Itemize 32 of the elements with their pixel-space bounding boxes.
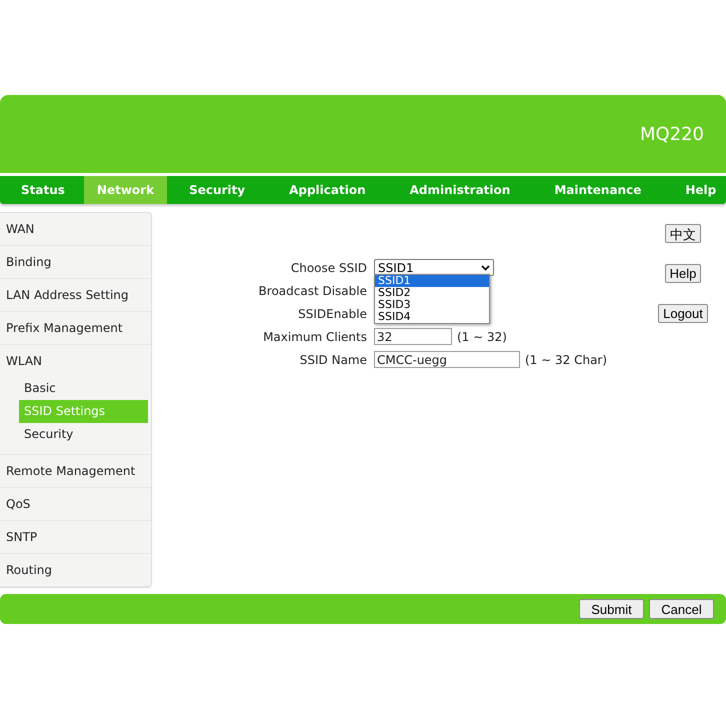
sidebar-subitem[interactable]: Basic	[19, 377, 148, 400]
sidebar-item[interactable]: WLAN	[0, 345, 151, 377]
range-hint: (1 ~ 32 Char)	[525, 352, 608, 366]
dropdown-option[interactable]: SSID1	[375, 275, 489, 287]
model-name: MQ220	[640, 124, 704, 144]
field-label: Broadcast Disable	[258, 284, 368, 298]
dropdown-option[interactable]: SSID4	[375, 311, 489, 323]
cancel-button[interactable]: Cancel	[649, 599, 714, 619]
sidebar-item[interactable]: Binding	[0, 246, 151, 279]
dropdown-value: SSID1	[378, 260, 414, 274]
ssid-name-field[interactable]: CMCC-uegg	[374, 351, 520, 368]
field-label: SSIDEnable	[297, 306, 368, 320]
sidebar-subitem[interactable]: Security	[19, 423, 148, 446]
field-label: SSID Name	[298, 352, 368, 366]
chevron-icon	[481, 264, 490, 270]
page-button[interactable]: Help	[664, 264, 702, 283]
max-clients-field[interactable]: 32	[374, 328, 452, 345]
sidebar-item[interactable]: QoS	[0, 488, 151, 521]
sidebar-item[interactable]: Remote Management	[0, 455, 151, 488]
sidebar-item[interactable]: WAN	[0, 213, 151, 246]
dropdown-option[interactable]: SSID3	[375, 299, 489, 311]
field-label: Choose SSID	[290, 260, 368, 274]
sidebar-item[interactable]: LAN Address Setting	[0, 279, 151, 312]
field-label: Maximum Clients	[262, 330, 368, 344]
page-button[interactable]: Logout	[658, 304, 708, 323]
sidebar-item[interactable]: Routing	[0, 554, 151, 587]
submit-button[interactable]: Submit	[579, 599, 644, 619]
sidebar-item[interactable]: Prefix Management	[0, 312, 151, 345]
sidebar-item[interactable]: SNTP	[0, 521, 151, 554]
range-hint: (1 ~ 32)	[457, 330, 507, 344]
page-button[interactable]: 中文	[665, 224, 701, 243]
dropdown-option[interactable]: SSID2	[375, 287, 489, 299]
